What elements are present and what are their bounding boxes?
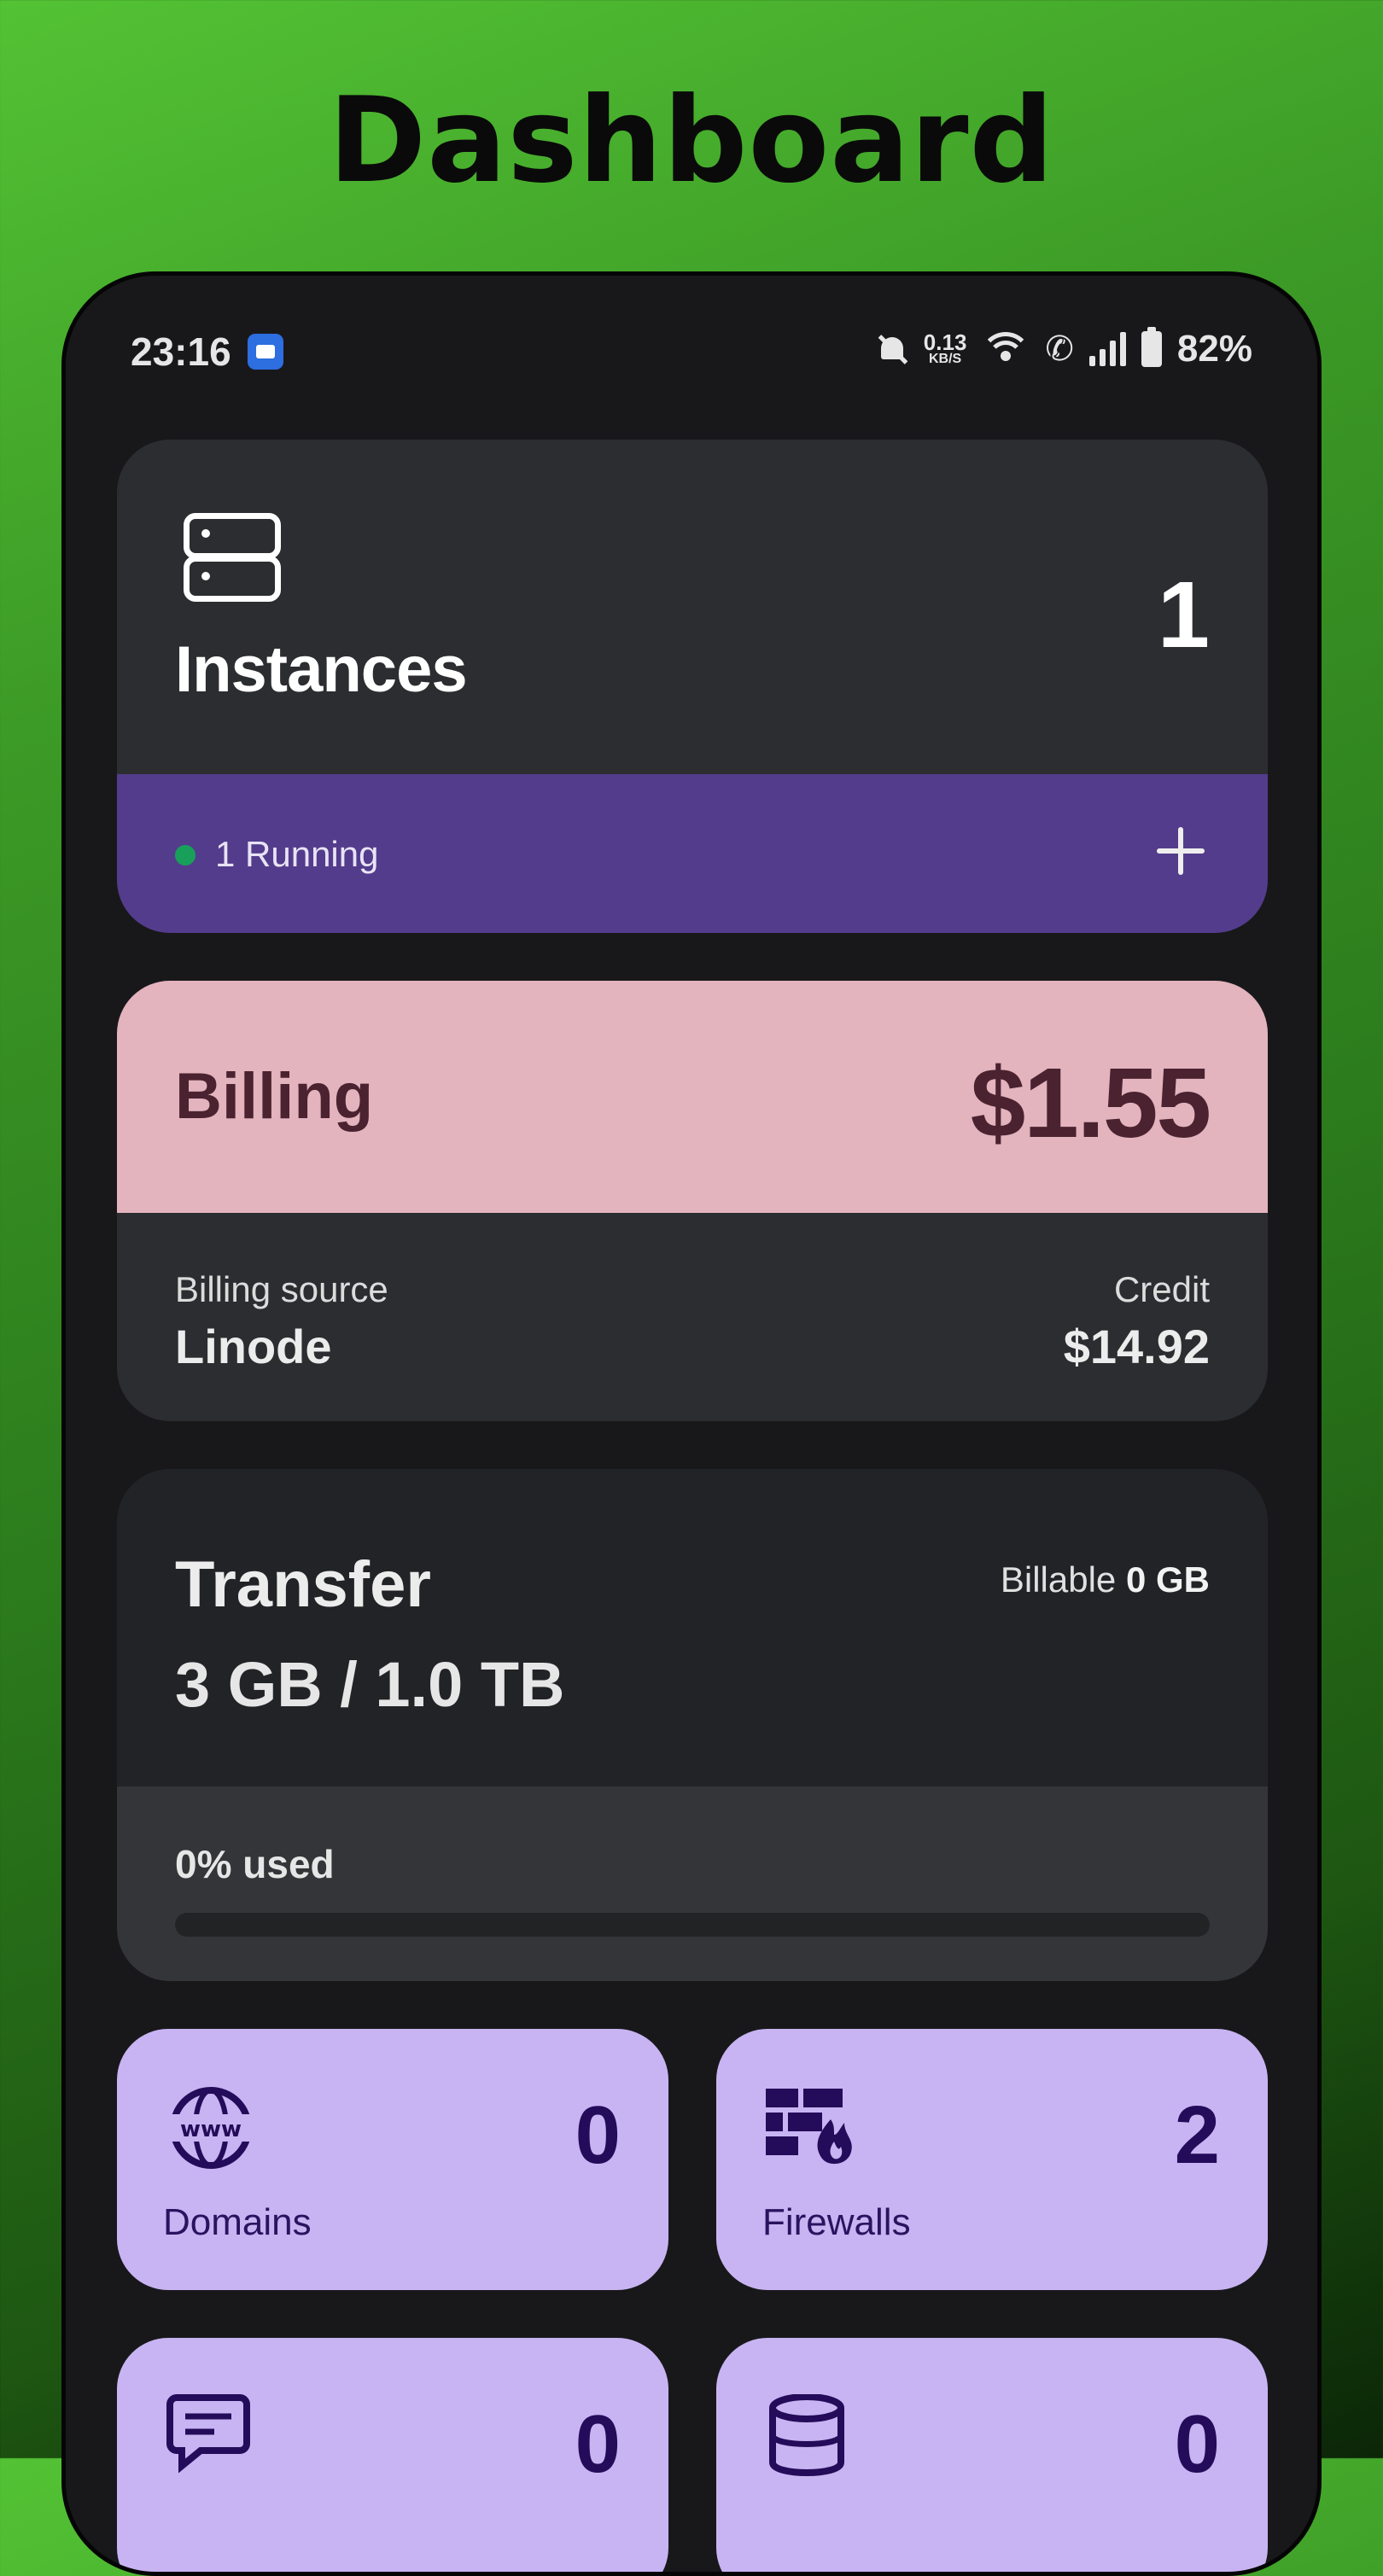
battery-percent: 82% [1176, 328, 1252, 370]
svg-text:www: www [180, 2117, 242, 2142]
transfer-card[interactable]: Transfer Billable 0 GB 3 GB / 1.0 TB 0% … [117, 1469, 1268, 1981]
billable-label: Billable [1000, 1559, 1117, 1600]
net-speed-unit: KB/S [928, 352, 962, 366]
transfer-used-label: 0% used [175, 1842, 335, 1886]
status-icons: 0.13 KB/S ✆ 82% [876, 325, 1252, 373]
firewalls-label: Firewalls [762, 2201, 911, 2243]
www-globe-icon: www [166, 2087, 255, 2169]
wifi-icon [982, 330, 1030, 368]
battery-icon [1141, 327, 1162, 367]
wifi-call-icon: ✆ [1045, 330, 1074, 368]
support-count: 0 [575, 2398, 621, 2490]
add-instance-button[interactable] [1157, 827, 1205, 875]
transfer-billable: Billable 0 GB [1001, 1559, 1210, 1600]
billing-amount: $1.55 [970, 1047, 1211, 1158]
transfer-title: Transfer [175, 1548, 431, 1621]
instances-title: Instances [175, 633, 468, 706]
credit-label: Credit [1113, 1269, 1210, 1309]
billing-header: Billing $1.55 [117, 981, 1268, 1213]
domains-count: 0 [575, 2089, 621, 2181]
billing-source-label: Billing source [175, 1269, 388, 1309]
instances-card[interactable]: Instances 1 1 Running [117, 440, 1268, 933]
databases-tile[interactable]: 0 [716, 2338, 1268, 2572]
transfer-usage: 3 GB / 1.0 TB [175, 1649, 565, 1720]
page-title: Dashboard [328, 72, 1055, 209]
billing-source-value: Linode [175, 1320, 332, 1373]
instances-summary[interactable]: Instances 1 [117, 440, 1268, 774]
server-icon [184, 513, 281, 602]
databases-count: 0 [1174, 2398, 1220, 2490]
status-time: 23:16 [131, 329, 231, 374]
running-status-dot [175, 845, 195, 865]
billable-value: 0 GB [1125, 1559, 1210, 1600]
chat-icon [166, 2394, 250, 2474]
firewalls-count: 2 [1174, 2089, 1220, 2181]
firewalls-tile[interactable]: 2 Firewalls [716, 2029, 1268, 2290]
transfer-usage-section: 0% used [117, 1786, 1268, 1981]
transfer-progress-bar [175, 1913, 1210, 1937]
firewall-icon [766, 2089, 852, 2165]
billing-title: Billing [175, 1060, 374, 1133]
billing-card[interactable]: Billing $1.55 Billing source Linode Cred… [117, 981, 1268, 1421]
signal-icon [1088, 332, 1126, 366]
bell-off-icon [876, 332, 908, 366]
net-speed: 0.13 KB/S [924, 331, 967, 366]
credit-value: $14.92 [1063, 1320, 1210, 1373]
phone-frame: 23:16 0.13 KB/S ✆ 82% Instances 1 1 Runn… [61, 271, 1322, 2576]
support-tile[interactable]: 0 [117, 2338, 668, 2572]
files-icon [248, 334, 283, 370]
database-icon [769, 2394, 844, 2476]
status-bar: 23:16 0.13 KB/S ✆ 82% [66, 276, 1317, 446]
instances-status-bar: 1 Running [117, 774, 1268, 933]
instances-count: 1 [1157, 562, 1210, 667]
domains-label: Domains [163, 2201, 312, 2243]
domains-tile[interactable]: www 0 Domains [117, 2029, 668, 2290]
instances-running-label: 1 Running [215, 834, 379, 874]
